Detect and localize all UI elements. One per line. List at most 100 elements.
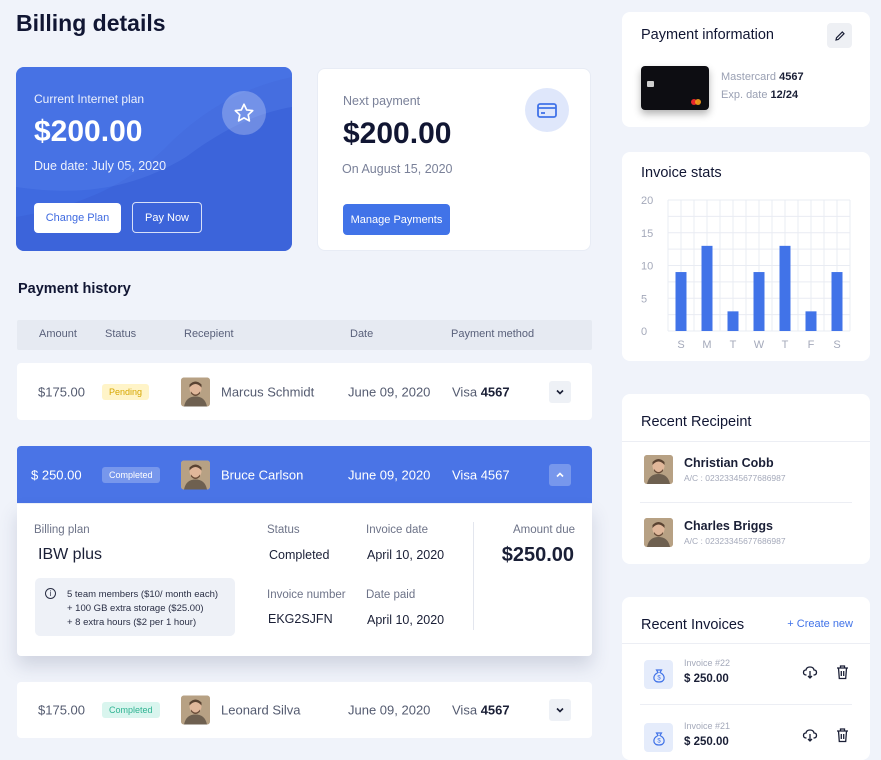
chart-bar: [805, 311, 817, 331]
y-tick-label: 5: [641, 293, 647, 305]
card-last4: 4567: [480, 384, 510, 399]
payment-information-title: Payment information: [641, 27, 774, 43]
status-value: Completed: [269, 548, 330, 562]
invoice-date-label: Invoice date: [366, 524, 429, 536]
recipient-name: Leonard Silva: [221, 702, 301, 718]
invoice-number-label: Invoice number: [267, 589, 346, 601]
x-tick-label: T: [782, 339, 789, 351]
trash-icon[interactable]: [835, 664, 850, 685]
column-header-payment-method: Payment method: [451, 328, 535, 340]
row-date: June 09, 2020: [348, 467, 431, 482]
billing-plan-value: IBW plus: [38, 546, 103, 563]
next-payment-date: On August 15, 2020: [342, 162, 453, 176]
billing-plan-notes: i 5 team members ($10/ month each) + 100…: [35, 578, 235, 636]
x-tick-label: W: [754, 339, 765, 351]
invoice-number-value: EKG2SJFN: [268, 612, 333, 626]
table-row-selected[interactable]: $ 250.00 Completed Bruce Carlson June 09…: [17, 446, 592, 503]
current-plan-card: Current Internet plan $200.00 Due date: …: [16, 67, 292, 251]
x-tick-label: F: [808, 339, 815, 351]
billing-plan-label: Billing plan: [34, 524, 90, 536]
cloud-download-icon[interactable]: [802, 727, 818, 748]
column-header-amount: Amount: [39, 328, 77, 340]
trash-icon[interactable]: [835, 727, 850, 748]
note-line: + 8 extra hours ($2 per 1 hour): [67, 617, 197, 628]
invoice-amount: $ 250.00: [684, 736, 729, 748]
exp-label: Exp. date: [721, 89, 768, 101]
pay-now-button[interactable]: Pay Now: [132, 202, 202, 233]
plan-label: Current Internet plan: [34, 92, 145, 106]
recent-recipient-title: Recent Recipeint: [641, 414, 752, 430]
payment-method: Visa 4567: [452, 384, 510, 399]
recipient-account: A/C : 02323345677686987: [684, 473, 786, 483]
x-tick-label: S: [677, 339, 684, 351]
chevron-up-icon[interactable]: [549, 463, 571, 486]
divider: [622, 441, 870, 442]
avatar: [181, 695, 210, 725]
recipient-account: A/C : 02323345677686987: [684, 536, 786, 546]
edit-pencil-icon[interactable]: [827, 23, 852, 48]
invoice-amount: $ 250.00: [684, 673, 729, 685]
create-new-link[interactable]: + Create new: [787, 618, 853, 630]
payment-method: Visa 4567: [452, 703, 510, 718]
info-icon: i: [45, 588, 56, 599]
card-brand: Visa: [452, 702, 478, 718]
invoice-number: Invoice #22: [684, 658, 731, 668]
invoice-date-value: April 10, 2020: [367, 548, 445, 562]
recent-invoices-title: Recent Invoices: [641, 617, 745, 633]
table-row[interactable]: $175.00 Pending Marcus Schmidt June 09, …: [17, 363, 592, 420]
status-badge: Completed: [102, 466, 160, 483]
recipient-name: Marcus Schmidt: [221, 384, 315, 399]
avatar: [644, 518, 673, 547]
y-tick-label: 20: [641, 195, 653, 207]
change-plan-button[interactable]: Change Plan: [34, 203, 121, 233]
chart-bar: [753, 272, 765, 331]
plan-due-date: Due date: July 05, 2020: [34, 159, 167, 173]
recipient-name: Charles Briggs: [684, 519, 773, 533]
invoice-stats-card: Invoice stats 0 5 10 15 20 S M T W T F S: [622, 152, 870, 361]
column-header-recipient: Recepient: [184, 328, 234, 340]
star-icon[interactable]: [222, 91, 266, 135]
chevron-down-icon[interactable]: [549, 699, 571, 721]
page-title: Billing details: [16, 10, 166, 36]
payment-information-card: Payment information Mastercard 4567 Exp.…: [622, 12, 870, 127]
avatar: [181, 460, 210, 489]
invoice-stats-chart: 0 5 10 15 20 S M T W T F S: [641, 195, 851, 351]
chart-bar: [675, 272, 687, 331]
money-bag-icon: $: [644, 723, 673, 752]
x-tick-label: T: [730, 339, 737, 351]
credit-card-image: [641, 66, 709, 110]
recent-invoices-card: Recent Invoices + Create new $ Invoice #…: [622, 597, 870, 760]
card-brand: Mastercard: [721, 71, 777, 83]
card-brand-row: Mastercard 4567: [721, 71, 804, 83]
list-item[interactable]: $ Invoice #21 $ 250.00: [644, 721, 856, 757]
chart-bar: [779, 245, 791, 331]
svg-text:$: $: [657, 738, 661, 744]
table-row[interactable]: $175.00 Completed Leonard Silva June 09,…: [17, 682, 592, 738]
date-paid-label: Date paid: [366, 589, 416, 601]
date-paid-value: April 10, 2020: [367, 613, 445, 627]
row-date: June 09, 2020: [348, 702, 431, 718]
credit-card-icon: [525, 88, 569, 132]
y-tick-label: 0: [641, 326, 647, 338]
cloud-download-icon[interactable]: [802, 664, 818, 685]
card-last4: 4567: [480, 467, 510, 482]
status-label: Status: [267, 524, 300, 536]
invoice-number: Invoice #21: [684, 721, 731, 731]
status-badge: Completed: [102, 702, 160, 718]
avatar: [644, 455, 673, 484]
card-last4: 4567: [779, 71, 804, 83]
row-amount: $175.00: [38, 384, 85, 399]
amount-due-value: $250.00: [501, 544, 574, 566]
recent-recipient-card: Recent Recipeint Christian Cobb A/C : 02…: [622, 394, 870, 564]
y-tick-label: 15: [641, 228, 653, 240]
plan-amount: $200.00: [34, 115, 143, 148]
next-payment-card: Next payment $200.00 On August 15, 2020 …: [317, 68, 591, 251]
list-item[interactable]: $ Invoice #22 $ 250.00: [644, 658, 856, 694]
column-header-date: Date: [350, 328, 374, 340]
payment-method: Visa 4567: [452, 467, 510, 482]
recipient-name: Christian Cobb: [684, 456, 774, 470]
manage-payments-button[interactable]: Manage Payments: [343, 204, 450, 235]
chevron-down-icon[interactable]: [549, 380, 571, 403]
card-brand: Visa: [452, 467, 478, 482]
column-header-status: Status: [105, 328, 137, 340]
